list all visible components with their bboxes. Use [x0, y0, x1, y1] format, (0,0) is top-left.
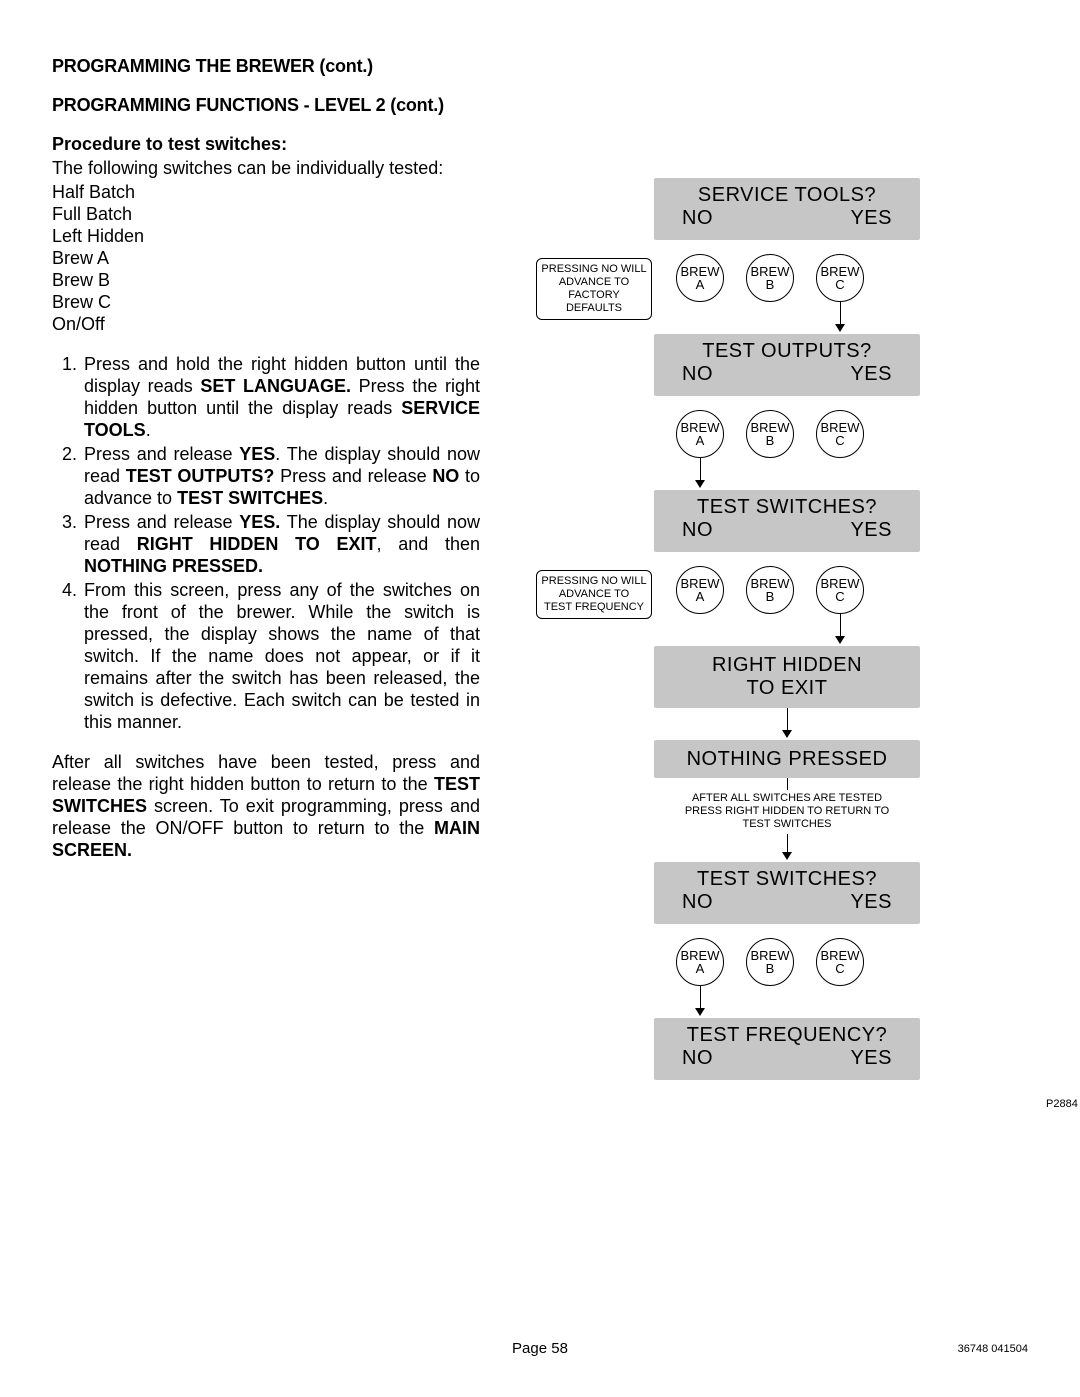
heading-1: PROGRAMMING THE BREWER (cont.) — [52, 56, 480, 77]
brew-a-button[interactable]: BREWA — [676, 254, 724, 302]
no-label: NO — [682, 207, 713, 230]
doc-code: 36748 041504 — [958, 1343, 1028, 1355]
buttons-row-3: BREWA BREWB BREWC — [676, 566, 864, 614]
heading-2: PROGRAMMING FUNCTIONS - LEVEL 2 (cont.) — [52, 95, 480, 116]
screen-test-frequency: TEST FREQUENCY? NO YES — [654, 1018, 920, 1080]
screen-title: SERVICE TOOLS? — [654, 178, 920, 207]
switch-item: Half Batch — [52, 181, 480, 203]
screen-title: NOTHING PRESSED — [687, 748, 888, 771]
step-1: Press and hold the right hidden button u… — [82, 353, 480, 441]
switch-item: Brew B — [52, 269, 480, 291]
yes-label: YES — [850, 207, 892, 230]
step-4: From this screen, press any of the switc… — [82, 579, 480, 733]
brew-a-button[interactable]: BREWA — [676, 938, 724, 986]
brew-a-button[interactable]: BREWA — [676, 566, 724, 614]
switch-item: Full Batch — [52, 203, 480, 225]
no-label: NO — [682, 891, 713, 914]
note-test-frequency: PRESSING NO WILL ADVANCE TO TEST FREQUEN… — [536, 570, 652, 619]
switch-item: Brew C — [52, 291, 480, 313]
screen-title: TEST SWITCHES? — [654, 490, 920, 519]
screen-title: TEST FREQUENCY? — [654, 1018, 920, 1047]
buttons-row-4: BREWA BREWB BREWC — [676, 938, 864, 986]
note-factory-defaults: PRESSING NO WILL ADVANCE TO FACTORY DEFA… — [536, 258, 652, 320]
step-2: Press and release YES. The display shoul… — [82, 443, 480, 509]
no-label: NO — [682, 363, 713, 386]
switch-item: Brew A — [52, 247, 480, 269]
brew-c-button[interactable]: BREWC — [816, 938, 864, 986]
intro-text: The following switches can be individual… — [52, 157, 480, 179]
switch-item: Left Hidden — [52, 225, 480, 247]
step-3: Press and release YES. The display shoul… — [82, 511, 480, 577]
after-paragraph: After all switches have been tested, pre… — [52, 751, 480, 861]
no-label: NO — [682, 1047, 713, 1070]
brew-a-button[interactable]: BREWA — [676, 410, 724, 458]
screen-right-hidden: RIGHT HIDDEN TO EXIT — [654, 646, 920, 708]
page-footer: Page 58 — [0, 1340, 1080, 1357]
brew-b-button[interactable]: BREWB — [746, 938, 794, 986]
screen-service-tools: SERVICE TOOLS? NO YES — [654, 178, 920, 240]
buttons-row-1: BREWA BREWB BREWC — [676, 254, 864, 302]
brew-b-button[interactable]: BREWB — [746, 254, 794, 302]
screen-title: TEST OUTPUTS? — [654, 334, 920, 363]
screen-test-switches-2: TEST SWITCHES? NO YES — [654, 862, 920, 924]
brew-c-button[interactable]: BREWC — [816, 254, 864, 302]
brew-c-button[interactable]: BREWC — [816, 410, 864, 458]
yes-label: YES — [850, 363, 892, 386]
brew-c-button[interactable]: BREWC — [816, 566, 864, 614]
buttons-row-2: BREWA BREWB BREWC — [676, 410, 864, 458]
screen-test-switches-1: TEST SWITCHES? NO YES — [654, 490, 920, 552]
yes-label: YES — [850, 1047, 892, 1070]
screen-line2: TO EXIT — [654, 677, 920, 700]
no-label: NO — [682, 519, 713, 542]
tiny-note: AFTER ALL SWITCHES ARE TESTED PRESS RIGH… — [682, 792, 892, 831]
screen-nothing-pressed: NOTHING PRESSED — [654, 740, 920, 778]
left-column: PROGRAMMING THE BREWER (cont.) PROGRAMMI… — [52, 56, 480, 861]
yes-label: YES — [850, 891, 892, 914]
procedure-list: Press and hold the right hidden button u… — [52, 353, 480, 733]
switch-list: Half Batch Full Batch Left Hidden Brew A… — [52, 181, 480, 335]
screen-line1: RIGHT HIDDEN — [654, 646, 920, 677]
screen-test-outputs: TEST OUTPUTS? NO YES — [654, 334, 920, 396]
screen-title: TEST SWITCHES? — [654, 862, 920, 891]
yes-label: YES — [850, 519, 892, 542]
brew-b-button[interactable]: BREWB — [746, 566, 794, 614]
heading-3: Procedure to test switches: — [52, 134, 480, 155]
brew-b-button[interactable]: BREWB — [746, 410, 794, 458]
switch-item: On/Off — [52, 313, 480, 335]
figure-code: P2884 — [1046, 1098, 1078, 1110]
page: PROGRAMMING THE BREWER (cont.) PROGRAMMI… — [0, 0, 1080, 1397]
